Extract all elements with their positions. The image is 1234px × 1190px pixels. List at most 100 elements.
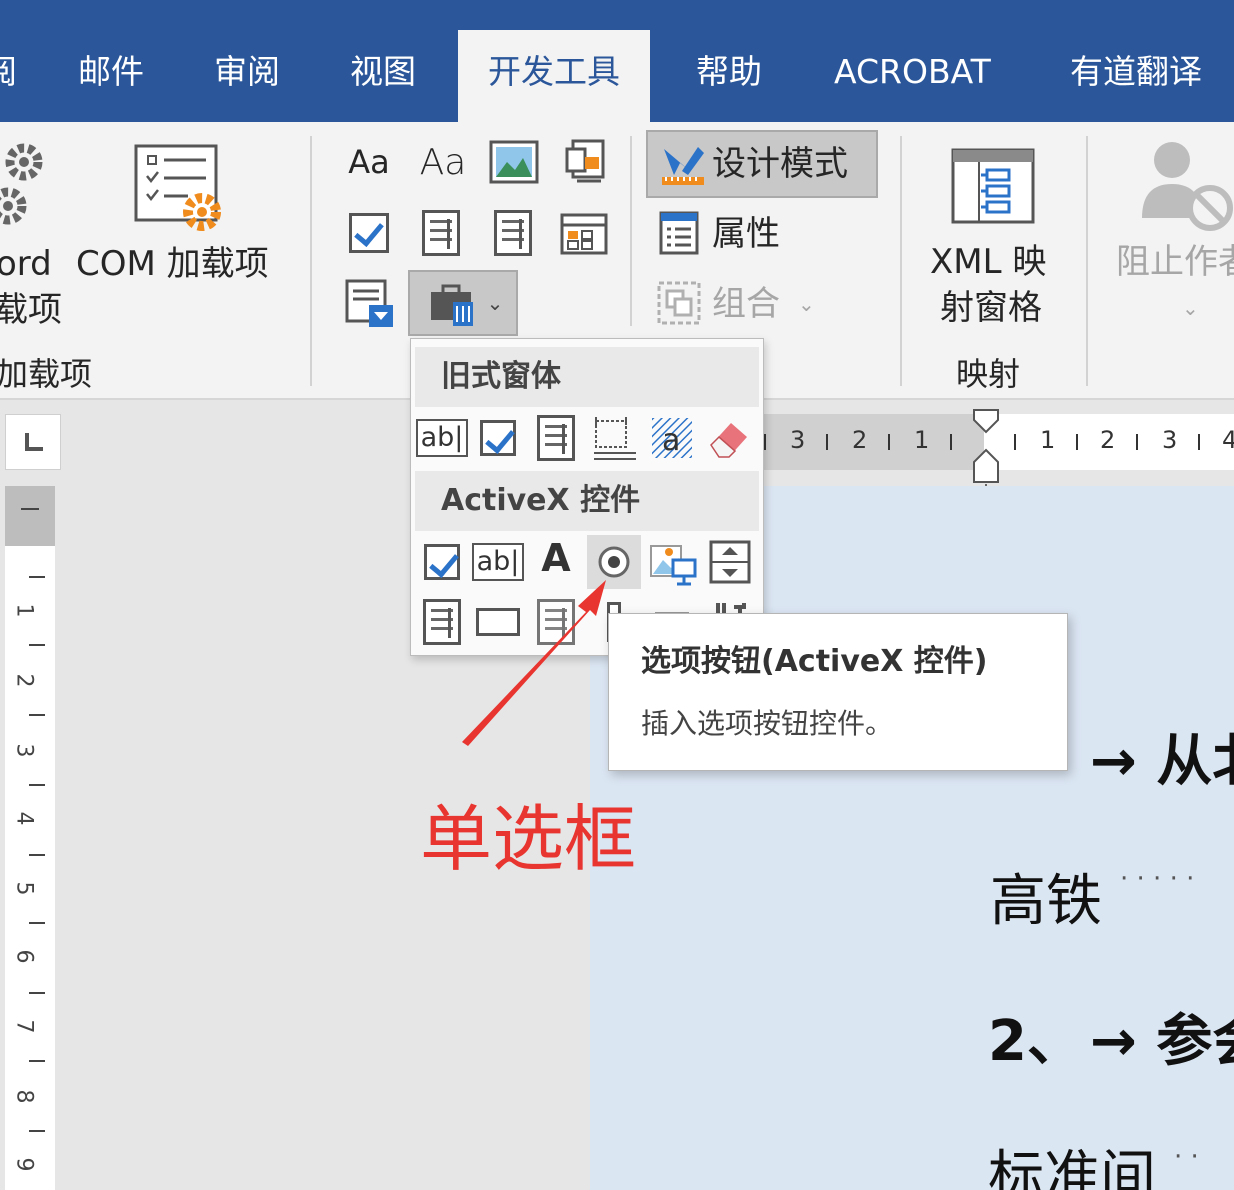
plain-text-content-control-icon[interactable]: Aa bbox=[418, 138, 468, 186]
activex-image[interactable] bbox=[645, 535, 699, 589]
mapping-group-label: 映射 bbox=[956, 355, 1021, 393]
ruler-number: 5 bbox=[11, 881, 37, 896]
ruler-number: 2 bbox=[852, 426, 868, 454]
ruler-tick bbox=[888, 434, 890, 450]
activex-text-box[interactable]: ab| bbox=[471, 535, 525, 589]
svg-text:a: a bbox=[662, 423, 680, 458]
ruler-margin-area bbox=[5, 486, 55, 546]
legacy-tools-dropdown-button[interactable]: ⌄ bbox=[408, 270, 518, 336]
legacy-tools-dropdown-panel: 旧式窗体 ab| a ActiveX 控件 ab| A bbox=[410, 338, 764, 656]
legacy-dropdown-form-field[interactable] bbox=[529, 411, 583, 465]
reset-form-fields-eraser-icon[interactable] bbox=[703, 411, 757, 465]
chevron-down-icon: ⌄ bbox=[486, 291, 504, 315]
ruler-number: 2 bbox=[1100, 426, 1116, 454]
tab-references[interactable]: 阅 bbox=[0, 50, 17, 94]
document-line: → 参会 bbox=[1090, 1009, 1234, 1074]
activex-checkbox[interactable] bbox=[415, 535, 469, 589]
ruler-number: 3 bbox=[11, 743, 37, 758]
chevron-down-icon: ⌄ bbox=[1182, 296, 1199, 320]
tab-help[interactable]: 帮助 bbox=[696, 50, 762, 94]
com-addins-icon[interactable] bbox=[132, 142, 228, 238]
repeating-section-content-control-icon[interactable] bbox=[344, 278, 396, 330]
building-block-gallery-icon[interactable] bbox=[562, 136, 610, 188]
ruler-tick bbox=[29, 714, 45, 716]
tab-developer[interactable]: 开发工具 bbox=[458, 30, 650, 122]
tab-review[interactable]: 审阅 bbox=[214, 50, 280, 94]
activex-spin-button[interactable] bbox=[703, 535, 757, 589]
ruler-tick bbox=[1076, 434, 1078, 450]
date-picker-content-control-icon[interactable] bbox=[560, 208, 610, 258]
group-separator bbox=[1086, 136, 1088, 386]
tab-youdao-translate[interactable]: 有道翻译 bbox=[1070, 50, 1202, 94]
xml-mapping-pane-label-1[interactable]: XML 映 bbox=[930, 240, 1046, 284]
activex-option-button[interactable] bbox=[587, 535, 641, 589]
ribbon-tab-bar: 阅 邮件 审阅 视图 开发工具 帮助 ACROBAT 有道翻译 bbox=[0, 0, 1234, 122]
legacy-text-form-field[interactable]: ab| bbox=[415, 411, 469, 465]
word-addins-label[interactable]: ord bbox=[0, 242, 52, 286]
group-label[interactable]: 组合 bbox=[712, 282, 780, 326]
tooltip-description: 插入选项按钮控件。 bbox=[641, 707, 894, 740]
group-icon[interactable] bbox=[656, 280, 702, 326]
activex-command-button[interactable] bbox=[471, 595, 525, 649]
xml-mapping-pane-label-2[interactable]: 射窗格 bbox=[940, 286, 1042, 330]
document-line: 高铁 bbox=[990, 869, 1102, 934]
ruler-number: 3 bbox=[1162, 426, 1178, 454]
addins-group-label: 加载项 bbox=[0, 355, 93, 393]
ruler-tick bbox=[29, 1060, 45, 1062]
picture-content-control-icon[interactable] bbox=[488, 138, 540, 186]
ruler-tick bbox=[29, 922, 45, 924]
block-authors-label[interactable]: 阻止作者 bbox=[1116, 240, 1234, 284]
tab-view[interactable]: 视图 bbox=[350, 50, 416, 94]
ruler-number: 4 bbox=[11, 811, 37, 826]
legacy-checkbox-form-field[interactable] bbox=[471, 411, 525, 465]
ruler-tick bbox=[29, 644, 45, 646]
radio-button-icon bbox=[598, 546, 630, 578]
option-button-tooltip: 选项按钮(ActiveX 控件) 插入选项按钮控件。 bbox=[608, 613, 1068, 771]
block-authors-icon[interactable] bbox=[1136, 138, 1234, 234]
activex-combo-box[interactable] bbox=[415, 595, 469, 649]
word-addins-label-2: 载项 bbox=[0, 290, 62, 330]
document-leader-dots: · · · · · bbox=[1120, 864, 1195, 894]
ruler-tick bbox=[764, 434, 766, 450]
vertical-ruler[interactable]: 1 2 3 4 5 6 7 8 9 bbox=[5, 486, 55, 1190]
ruler-tick bbox=[29, 854, 45, 856]
ruler-number: 8 bbox=[11, 1089, 37, 1104]
xml-mapping-pane-icon[interactable] bbox=[950, 148, 1036, 224]
com-addins-label[interactable]: COM 加载项 bbox=[76, 242, 269, 286]
document-list-number: 2、 bbox=[988, 1009, 1083, 1074]
properties-icon[interactable] bbox=[658, 210, 700, 256]
activex-controls-header: ActiveX 控件 bbox=[415, 471, 759, 531]
document-line: 标准间 bbox=[988, 1145, 1156, 1190]
dropdown-list-content-control-icon[interactable] bbox=[490, 208, 536, 258]
design-mode-label[interactable]: 设计模式 bbox=[712, 142, 848, 186]
ruler-number: 9 bbox=[11, 1157, 37, 1172]
group-separator bbox=[630, 136, 632, 326]
ruler-tick bbox=[29, 784, 45, 786]
ruler-tick bbox=[29, 992, 45, 994]
form-field-shading-icon[interactable]: a bbox=[645, 411, 699, 465]
activex-label[interactable]: A bbox=[529, 531, 583, 585]
legacy-forms-header: 旧式窗体 bbox=[415, 347, 759, 407]
combo-box-content-control-icon[interactable] bbox=[418, 208, 464, 258]
activex-list-box[interactable] bbox=[529, 595, 583, 649]
ruler-tick bbox=[1014, 434, 1016, 450]
ruler-tick bbox=[21, 508, 39, 510]
ruler-tick bbox=[826, 434, 828, 450]
ruler-number: 1 bbox=[1040, 426, 1056, 454]
tab-acrobat[interactable]: ACROBAT bbox=[834, 50, 991, 94]
ruler-tick bbox=[1198, 434, 1200, 450]
group-separator bbox=[900, 136, 902, 386]
tab-mailings[interactable]: 邮件 bbox=[78, 50, 144, 94]
ruler-number: 4 bbox=[1222, 426, 1234, 454]
text-field-icon: ab| bbox=[415, 419, 469, 457]
checkbox-content-control-icon[interactable] bbox=[346, 210, 392, 256]
document-leader-dots: · · bbox=[1174, 1142, 1199, 1172]
insert-frame-icon[interactable] bbox=[587, 411, 641, 465]
ruler-tick bbox=[29, 576, 45, 578]
rich-text-content-control-icon[interactable]: Aa bbox=[346, 140, 392, 184]
word-addins-gear-icon[interactable] bbox=[0, 140, 48, 240]
ruler-number: 7 bbox=[11, 1019, 37, 1034]
properties-label[interactable]: 属性 bbox=[712, 212, 780, 256]
tab-stop-selector[interactable] bbox=[5, 414, 61, 470]
chevron-down-icon: ⌄ bbox=[798, 292, 815, 316]
